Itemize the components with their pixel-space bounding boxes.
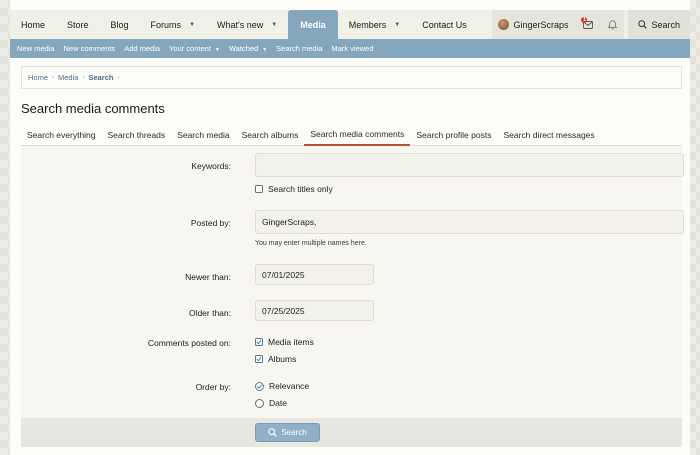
chevron-right-icon: › — [82, 74, 85, 81]
nav-home[interactable]: Home — [10, 10, 56, 39]
radio-checked-icon[interactable] — [255, 381, 264, 391]
titles-only-checkbox[interactable]: Search titles only — [255, 184, 333, 194]
form-footer: Search — [21, 418, 682, 447]
order-by-label: Order by: — [195, 382, 231, 392]
nav-forums[interactable]: Forums ▼ — [140, 10, 206, 39]
chevron-down-icon[interactable]: ▼ — [271, 22, 277, 28]
breadcrumb-home[interactable]: Home — [28, 73, 48, 82]
account-menu[interactable]: GingerScraps — [492, 10, 577, 39]
chevron-down-icon[interactable]: ▼ — [262, 47, 267, 53]
keywords-label: Keywords: — [191, 161, 231, 171]
alerts-button[interactable] — [600, 10, 625, 39]
subnav-add-media[interactable]: Add media — [124, 44, 160, 53]
posted-by-label: Posted by: — [190, 218, 231, 228]
checkbox-checked-icon[interactable] — [255, 355, 263, 363]
subnav-search-media[interactable]: Search media — [276, 44, 322, 53]
chevron-down-icon[interactable]: ▼ — [215, 47, 220, 53]
search-form: Keywords: Search titles only Posted by: … — [21, 146, 684, 418]
older-than-date-input[interactable]: 07/25/2025 — [255, 300, 374, 321]
subnav-your-content[interactable]: Your content ▼ — [169, 44, 220, 53]
tab-search-profile-posts[interactable]: Search profile posts — [410, 124, 497, 145]
chevron-down-icon[interactable]: ▼ — [394, 22, 400, 28]
username: GingerScraps — [513, 19, 569, 30]
nav-search-button[interactable]: Search — [628, 10, 690, 39]
subnav-mark-viewed[interactable]: Mark viewed — [331, 44, 373, 53]
nav-members[interactable]: Members ▼ — [338, 10, 411, 39]
page-title: Search media comments — [21, 101, 165, 116]
nav-contact-us[interactable]: Contact Us — [411, 10, 478, 39]
breadcrumb: Home › Media › Search › — [21, 66, 682, 89]
posted-by-input[interactable]: GingerScraps, — [255, 210, 684, 234]
older-than-label: Older than: — [188, 308, 231, 318]
breadcrumb-media[interactable]: Media — [58, 73, 78, 82]
media-items-checkbox[interactable]: Media items — [255, 337, 314, 347]
newer-than-label: Newer than: — [185, 272, 231, 282]
sub-nav: New media New comments Add media Your co… — [10, 39, 690, 58]
order-relevance-radio[interactable]: Relevance — [255, 381, 309, 391]
nav-whats-new[interactable]: What's new ▼ — [206, 10, 288, 39]
tab-search-direct-messages[interactable]: Search direct messages — [497, 124, 600, 145]
avatar — [498, 19, 510, 30]
checkbox-unchecked-icon[interactable] — [255, 185, 263, 193]
search-tabs: Search everything Search threads Search … — [21, 124, 682, 146]
search-submit-button[interactable]: Search — [255, 423, 320, 442]
nav-blog[interactable]: Blog — [100, 10, 140, 39]
tab-search-media[interactable]: Search media — [171, 124, 235, 145]
posted-by-hint: You may enter multiple names here. — [255, 240, 367, 247]
titles-only-label: Search titles only — [268, 184, 333, 194]
breadcrumb-search[interactable]: Search — [88, 73, 113, 82]
radio-unchecked-icon[interactable] — [255, 398, 264, 408]
order-relevance-label: Relevance — [269, 381, 310, 391]
newer-than-date-input[interactable]: 07/01/2025 — [255, 264, 374, 285]
subnav-new-media[interactable]: New media — [17, 44, 55, 53]
chevron-down-icon[interactable]: ▼ — [189, 22, 195, 28]
tab-search-threads[interactable]: Search threads — [102, 124, 172, 145]
order-date-radio[interactable]: Date — [255, 398, 287, 408]
tab-search-media-comments[interactable]: Search media comments — [304, 124, 411, 146]
top-nav: Home Store Blog Forums ▼ What's new ▼ Medi… — [10, 10, 690, 39]
subnav-watched[interactable]: Watched ▼ — [229, 44, 267, 53]
tab-search-albums[interactable]: Search albums — [236, 124, 305, 145]
albums-checkbox[interactable]: Albums — [255, 354, 296, 364]
chevron-right-icon: › — [52, 74, 55, 81]
albums-label: Albums — [268, 354, 297, 364]
nav-media[interactable]: Media — [288, 10, 338, 39]
media-items-label: Media items — [268, 337, 314, 347]
bell-icon — [607, 19, 617, 29]
search-icon — [268, 428, 278, 437]
nav-store[interactable]: Store — [56, 10, 100, 39]
subnav-new-comments[interactable]: New comments — [64, 44, 116, 53]
page: Home Store Blog Forums ▼ What's new ▼ Medi… — [10, 0, 690, 455]
tab-search-everything[interactable]: Search everything — [21, 124, 102, 145]
inbox-button[interactable]: 1 — [576, 10, 601, 39]
comments-posted-on-label: Comments posted on: — [147, 338, 231, 348]
search-icon — [638, 20, 648, 29]
keywords-input[interactable] — [255, 153, 684, 177]
order-date-label: Date — [269, 398, 287, 408]
chevron-right-icon: › — [117, 74, 120, 81]
nav-user-area: GingerScraps 1 Search — [492, 10, 690, 39]
checkbox-checked-icon[interactable] — [255, 338, 263, 346]
